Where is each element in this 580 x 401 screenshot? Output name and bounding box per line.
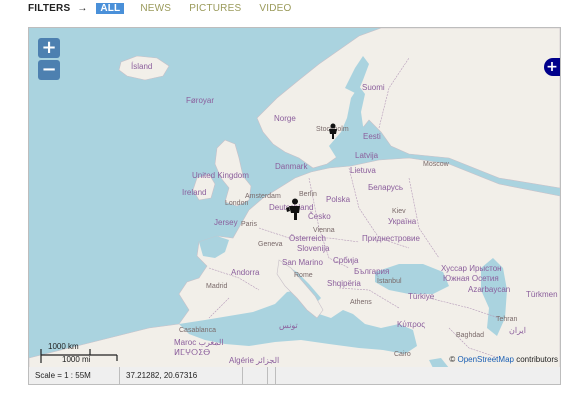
- map-label: Kiev: [392, 208, 406, 215]
- map-label: Latvija: [355, 151, 379, 160]
- map-label: Norge: [274, 114, 296, 123]
- map-label: Suomi: [362, 83, 385, 92]
- attribution: © OpenStreetMap contributors: [449, 355, 558, 364]
- map-label: Polska: [326, 195, 351, 204]
- map-label: Athens: [350, 299, 372, 306]
- map-label: Moscow: [423, 161, 449, 168]
- map-label: ⵍⵎⵖⵔⵉⴱ: [174, 348, 211, 357]
- map-label: Azarbaycan: [468, 285, 511, 294]
- map-label: London: [225, 200, 249, 207]
- map-label: Србија: [333, 256, 359, 265]
- map-label: Jersey: [214, 218, 238, 227]
- map-label: Türkiye: [408, 292, 435, 301]
- filter-tab-all[interactable]: ALL: [96, 2, 125, 14]
- filters-label: FILTERS: [28, 2, 71, 14]
- zoom-out-button[interactable]: −: [38, 60, 60, 80]
- map-label: Česko: [308, 212, 331, 221]
- map-label: Slovenija: [297, 244, 330, 253]
- filter-tab-news[interactable]: NEWS: [140, 3, 171, 14]
- map-label: Berlin: [299, 191, 317, 198]
- map-label: ایران: [509, 326, 526, 335]
- map-label: تونس: [279, 321, 298, 330]
- layer-switcher-button[interactable]: +: [544, 58, 560, 76]
- map-label: Приднестровие: [362, 234, 420, 243]
- zoom-controls: + −: [38, 38, 60, 82]
- map-status-bar: Scale = 1 : 55M 37.21282, 20.67316: [28, 367, 561, 385]
- map-label: Tehran: [496, 316, 518, 323]
- map-label: Cairo: [394, 351, 411, 358]
- scale-km-label: 1000 km: [48, 342, 79, 351]
- map-label: Хуссар Ирыстон: [441, 264, 502, 273]
- news-marker-icon[interactable]: [285, 198, 303, 220]
- status-empty-cell: [255, 367, 276, 384]
- attribution-link[interactable]: OpenStreetMap: [457, 355, 513, 364]
- map-label: Andorra: [231, 268, 260, 277]
- filter-bar: FILTERS → ALL NEWS PICTURES VIDEO: [28, 0, 309, 16]
- attribution-suffix: contributors: [513, 355, 558, 364]
- map-label: Rome: [294, 272, 313, 279]
- map-label: Ireland: [182, 188, 207, 197]
- map-label: Paris: [241, 221, 257, 228]
- map-label: Madrid: [206, 283, 228, 290]
- map-label: Южная Осетия: [443, 274, 499, 283]
- map-label: Danmark: [275, 162, 308, 171]
- map-label: United Kingdom: [192, 171, 249, 180]
- attribution-prefix: ©: [449, 355, 456, 364]
- map-label: San Marino: [282, 258, 323, 267]
- map-label: Україна: [388, 217, 417, 226]
- scale-mi-label: 1000 mi: [62, 355, 91, 364]
- map-label: Shqipëria: [327, 279, 361, 288]
- map-label: Lietuva: [350, 166, 376, 175]
- filter-tab-video[interactable]: VIDEO: [259, 3, 291, 14]
- map-label: Ísland: [131, 62, 153, 71]
- zoom-in-button[interactable]: +: [38, 38, 60, 58]
- map-label: Amsterdam: [245, 193, 281, 200]
- map-viewport[interactable]: + − + Ísland Føroyar Norge Suomi Stockho…: [28, 27, 561, 369]
- map-label: Føroyar: [186, 96, 214, 105]
- map-label: İstanbul: [377, 278, 402, 285]
- coordinate-readout: 37.21282, 20.67316: [120, 367, 243, 384]
- filter-tab-pictures[interactable]: PICTURES: [189, 3, 241, 14]
- map-label: Κύπρος: [397, 320, 426, 329]
- map-label: Algérie الجزائر: [229, 356, 280, 365]
- map-label: Vienna: [313, 227, 335, 234]
- map-label: Беларусь: [368, 183, 403, 192]
- map-label: Türkmen: [526, 290, 558, 299]
- scale-readout: Scale = 1 : 55M: [29, 367, 120, 384]
- map-label: Baghdad: [456, 332, 485, 339]
- map-label: Österreich: [289, 234, 326, 243]
- map-label: Geneva: [258, 241, 283, 248]
- map-label: Eesti: [363, 132, 381, 141]
- arrow-right-icon: →: [77, 2, 88, 14]
- map-label: Maroc المغرب: [174, 338, 224, 347]
- news-marker-icon[interactable]: [327, 123, 339, 139]
- map-label: България: [354, 267, 390, 276]
- map-label: Casablanca: [179, 327, 216, 334]
